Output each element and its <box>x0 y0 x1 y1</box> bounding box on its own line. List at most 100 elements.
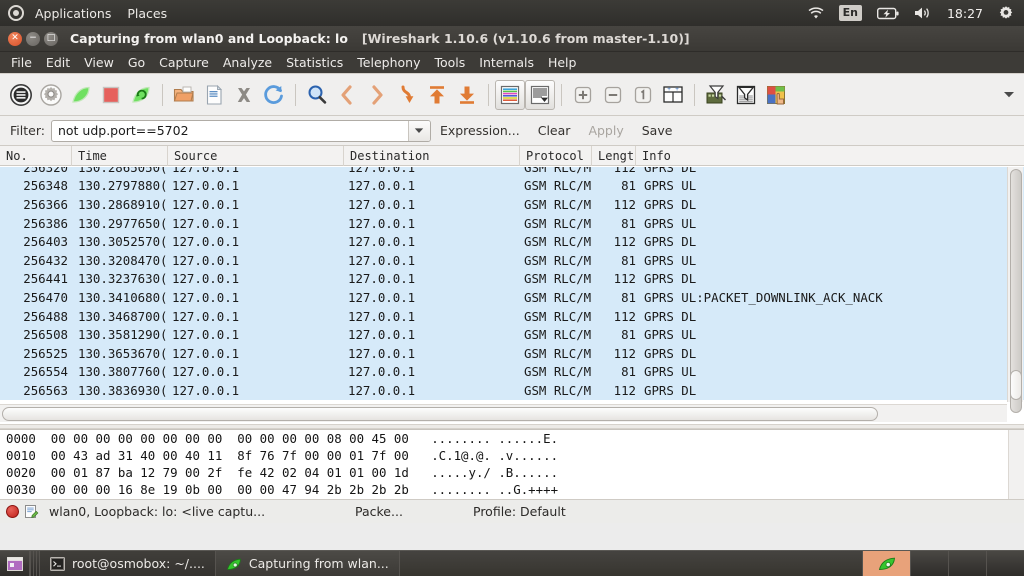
menu-edit[interactable]: Edit <box>39 53 77 72</box>
hex-pane-scrollbar[interactable] <box>1008 430 1024 499</box>
menu-help[interactable]: Help <box>541 53 584 72</box>
menu-go[interactable]: Go <box>121 53 152 72</box>
maximize-button[interactable]: □ <box>44 31 58 46</box>
table-row[interactable]: 256508 130.3581290(127.0.0.1 127.0.0.1 GSM … <box>0 325 1024 344</box>
menu-capture[interactable]: Capture <box>152 53 216 72</box>
table-row[interactable]: 256320 130.2865050(127.0.0.1 127.0.0.1 GSM … <box>0 167 1024 177</box>
gear-options-icon[interactable] <box>36 80 66 110</box>
taskbar-item-wireshark[interactable]: Capturing from wlan... <box>215 551 400 576</box>
table-row[interactable]: 256403 130.3052570(127.0.0.1 127.0.0.1 GSM … <box>0 232 1024 251</box>
scrollbar-thumb-bottom[interactable] <box>1010 370 1022 400</box>
battery-icon[interactable] <box>871 4 905 23</box>
filter-input-value[interactable]: not udp.port==5702 <box>52 123 408 138</box>
column-header-length[interactable]: Length <box>592 145 636 166</box>
window-titlebar: ✕ − □ Capturing from wlan0 and Loopback:… <box>0 26 1024 52</box>
zoom-in-icon[interactable] <box>568 80 598 110</box>
menu-telephony[interactable]: Telephony <box>350 53 427 72</box>
table-row[interactable]: 256441 130.3237630(127.0.0.1 127.0.0.1 GSM … <box>0 269 1024 289</box>
taskbar-item-terminal[interactable]: root@osmobox: ~/.... <box>40 551 216 576</box>
menu-internals[interactable]: Internals <box>472 53 541 72</box>
magnifier-icon[interactable] <box>302 80 332 110</box>
gear-icon[interactable] <box>992 2 1020 24</box>
status-profile-text[interactable]: Profile: Default <box>473 504 566 519</box>
volume-icon[interactable] <box>908 3 938 23</box>
zoom-normal-icon[interactable] <box>628 80 658 110</box>
save-document-icon[interactable] <box>199 80 229 110</box>
table-row[interactable]: 256470 130.3410680(127.0.0.1 127.0.0.1 GSM … <box>0 288 1024 307</box>
resize-columns-icon[interactable]: + + <box>658 80 688 110</box>
folder-open-icon[interactable] <box>169 80 199 110</box>
filter-input[interactable]: not udp.port==5702 <box>50 119 431 142</box>
chevron-left-icon[interactable] <box>332 80 362 110</box>
places-menu[interactable]: Places <box>119 2 175 25</box>
scrollbar-thumb-horizontal[interactable] <box>2 407 878 421</box>
table-row[interactable]: 256386 130.2977650(127.0.0.1 127.0.0.1 GSM … <box>0 213 1024 233</box>
table-row[interactable]: 256554 130.3807760(127.0.0.1 127.0.0.1 GSM … <box>0 362 1024 382</box>
table-row[interactable]: 256563 130.3836930(127.0.0.1 127.0.0.1 GSM … <box>0 381 1024 400</box>
close-button[interactable]: ✕ <box>8 31 22 46</box>
chevron-down-icon[interactable] <box>407 120 430 141</box>
autoscroll-icon[interactable] <box>525 79 555 110</box>
coloring-rules-icon[interactable] <box>761 80 791 110</box>
cell-destination: 127.0.0.1 <box>348 364 416 380</box>
chevron-down-icon[interactable] <box>1000 80 1018 110</box>
colorize-list-icon[interactable] <box>495 79 525 110</box>
packet-bytes-pane[interactable]: 0000 00 00 00 00 00 00 00 00 00 00 00 00… <box>0 429 1024 499</box>
expert-info-error-icon[interactable] <box>6 505 19 518</box>
minimize-button[interactable]: − <box>26 31 40 46</box>
menu-file[interactable]: File <box>4 53 39 72</box>
cell-no: 256386 <box>23 215 68 231</box>
cell-destination: 127.0.0.1 <box>348 382 416 398</box>
filter-label: Filter: <box>10 123 45 138</box>
zoom-out-icon[interactable] <box>598 80 628 110</box>
packet-list-horizontal-scrollbar[interactable] <box>0 404 1007 422</box>
arrow-up-top-icon[interactable] <box>422 80 452 110</box>
status-packets-text[interactable]: Packe... <box>355 504 473 519</box>
cell-info: GPRS UL <box>644 178 697 194</box>
column-header-info[interactable]: Info <box>636 146 1024 166</box>
wifi-icon[interactable] <box>802 4 830 23</box>
menu-statistics[interactable]: Statistics <box>279 53 350 72</box>
red-square-stop-icon[interactable] <box>96 80 126 110</box>
menu-view[interactable]: View <box>77 53 121 72</box>
filter-clear-button[interactable]: Clear <box>529 123 580 138</box>
column-header-source[interactable]: Source <box>168 145 344 166</box>
column-header-protocol[interactable]: Protocol <box>520 145 592 166</box>
green-fin-start-icon[interactable] <box>66 80 96 110</box>
table-row[interactable]: 256488 130.3468700(127.0.0.1 127.0.0.1 GSM … <box>0 306 1024 326</box>
column-header-no[interactable]: No. <box>0 145 72 166</box>
capture-filter-icon[interactable] <box>701 80 731 110</box>
menu-tools[interactable]: Tools <box>427 53 472 72</box>
table-row[interactable]: 256348 130.2797880(127.0.0.1 127.0.0.1 GSM … <box>0 176 1024 196</box>
menu-analyze[interactable]: Analyze <box>216 53 279 72</box>
wireshark-tray-icon[interactable] <box>862 551 910 576</box>
reload-circular-arrow-icon[interactable] <box>259 80 289 110</box>
filter-expression-button[interactable]: Expression... <box>431 123 529 138</box>
clock[interactable]: 18:27 <box>941 6 989 21</box>
taskbar-grip[interactable] <box>30 551 40 576</box>
packet-list-vertical-scrollbar[interactable] <box>1007 167 1023 413</box>
keyboard-language-indicator[interactable]: En <box>833 2 868 24</box>
show-desktop-icon[interactable] <box>0 551 30 576</box>
column-header-time[interactable]: Time <box>72 145 168 166</box>
table-row[interactable]: 256525 130.3653670(127.0.0.1 127.0.0.1 GSM … <box>0 343 1024 363</box>
table-row[interactable]: 256366 130.2868910(127.0.0.1 127.0.0.1 GSM … <box>0 195 1024 214</box>
goto-arrow-icon[interactable] <box>392 80 422 110</box>
chevron-right-icon[interactable] <box>362 80 392 110</box>
arrow-down-bottom-icon[interactable] <box>452 80 482 110</box>
cell-protocol: GSM RLC/M <box>524 196 592 212</box>
close-x-icon[interactable] <box>229 80 259 110</box>
table-row[interactable]: 256432 130.3208470(127.0.0.1 127.0.0.1 GSM … <box>0 250 1024 270</box>
list-interfaces-icon[interactable] <box>6 80 36 110</box>
display-filter-icon[interactable] <box>731 80 761 110</box>
column-header-destination[interactable]: Destination <box>344 145 520 166</box>
packet-list-rows[interactable]: 256320 130.2865050(127.0.0.1 127.0.0.1 GSM … <box>0 167 1024 402</box>
filter-apply-button[interactable]: Apply <box>579 123 632 138</box>
status-interface-text[interactable]: wlan0, Loopback: lo: <live captu... <box>39 504 355 519</box>
tray-slot-empty-1 <box>910 551 948 576</box>
ubuntu-logo-icon[interactable] <box>8 5 24 21</box>
applications-menu[interactable]: Applications <box>27 2 119 25</box>
filter-save-button[interactable]: Save <box>633 123 682 138</box>
green-fin-restart-icon[interactable] <box>126 80 156 110</box>
capture-file-properties-icon[interactable] <box>24 504 39 519</box>
